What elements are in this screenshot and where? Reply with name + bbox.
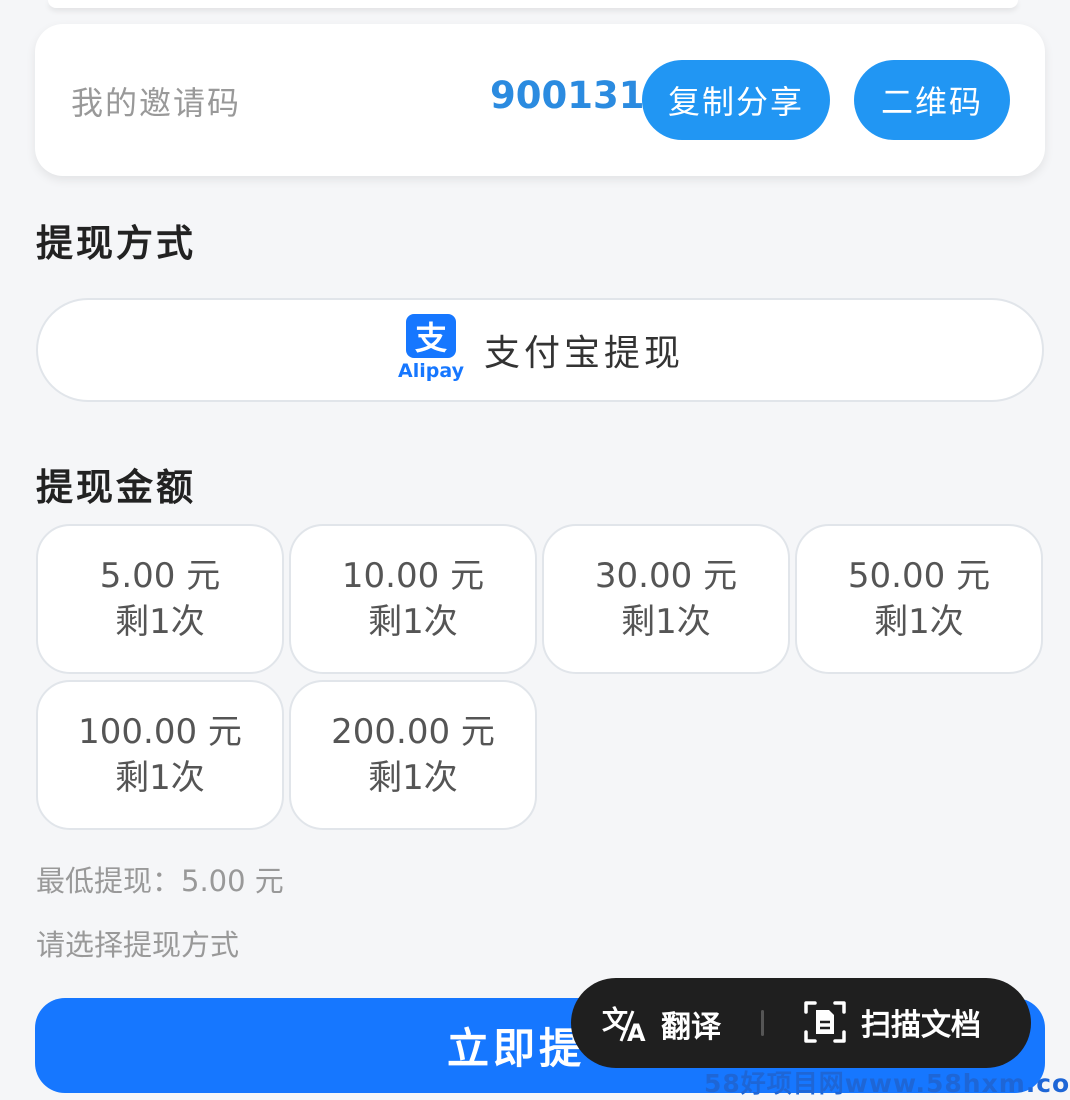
amount-option-30[interactable]: 30.00 元 剩1次 — [542, 524, 790, 674]
select-method-hint: 请选择提现方式 — [36, 928, 240, 962]
amount-option-200[interactable]: 200.00 元 剩1次 — [289, 680, 537, 830]
amount-value: 200.00 元 — [331, 712, 495, 752]
invite-code-label: 我的邀请码 — [71, 84, 242, 122]
invite-card: 我的邀请码 900131 复制分享 二维码 — [35, 24, 1045, 176]
amount-option-50[interactable]: 50.00 元 剩1次 — [795, 524, 1043, 674]
min-withdraw-note: 最低提现：5.00 元 — [36, 864, 284, 898]
amount-remaining: 剩1次 — [368, 602, 458, 642]
scan-document-label: 扫描文档 — [861, 1008, 981, 1043]
copy-share-button[interactable]: 复制分享 — [642, 60, 830, 140]
amount-option-10[interactable]: 10.00 元 剩1次 — [289, 524, 537, 674]
amount-remaining: 剩1次 — [621, 602, 711, 642]
withdraw-amount-title: 提现金额 — [36, 466, 196, 509]
alipay-logo-text: Alipay — [398, 360, 464, 382]
translate-icon: 文 A — [601, 1003, 647, 1045]
amount-value: 50.00 元 — [847, 556, 991, 596]
invite-code-value: 900131 — [490, 74, 645, 117]
withdraw-method-title: 提现方式 — [36, 222, 196, 265]
amount-option-5[interactable]: 5.00 元 剩1次 — [36, 524, 284, 674]
amount-remaining: 剩1次 — [115, 602, 205, 642]
svg-text:A: A — [627, 1019, 646, 1045]
amount-value: 30.00 元 — [594, 556, 738, 596]
qr-code-button[interactable]: 二维码 — [854, 60, 1010, 140]
amount-value: 5.00 元 — [99, 556, 221, 596]
alipay-withdraw-label: 支付宝提现 — [483, 333, 684, 374]
amount-remaining: 剩1次 — [368, 758, 458, 798]
amount-remaining: 剩1次 — [874, 602, 964, 642]
floating-toolbar: 文 A 翻译 扫描文档 — [571, 978, 1031, 1068]
scan-document-button[interactable]: 扫描文档 — [803, 1000, 981, 1044]
top-card-edge — [48, 0, 1018, 8]
toolbar-divider — [761, 1010, 764, 1036]
alipay-logo-mark: 支 — [405, 314, 456, 358]
amount-value: 100.00 元 — [78, 712, 242, 752]
amount-option-100[interactable]: 100.00 元 剩1次 — [36, 680, 284, 830]
scan-document-icon — [803, 1000, 847, 1044]
alipay-withdraw-option[interactable]: 支 Alipay 支付宝提现 — [36, 298, 1044, 402]
translate-button[interactable]: 文 A 翻译 — [601, 1002, 721, 1046]
translate-label: 翻译 — [661, 1010, 721, 1045]
amount-value: 10.00 元 — [341, 556, 485, 596]
alipay-icon: 支 Alipay — [396, 314, 466, 386]
amount-remaining: 剩1次 — [115, 758, 205, 798]
